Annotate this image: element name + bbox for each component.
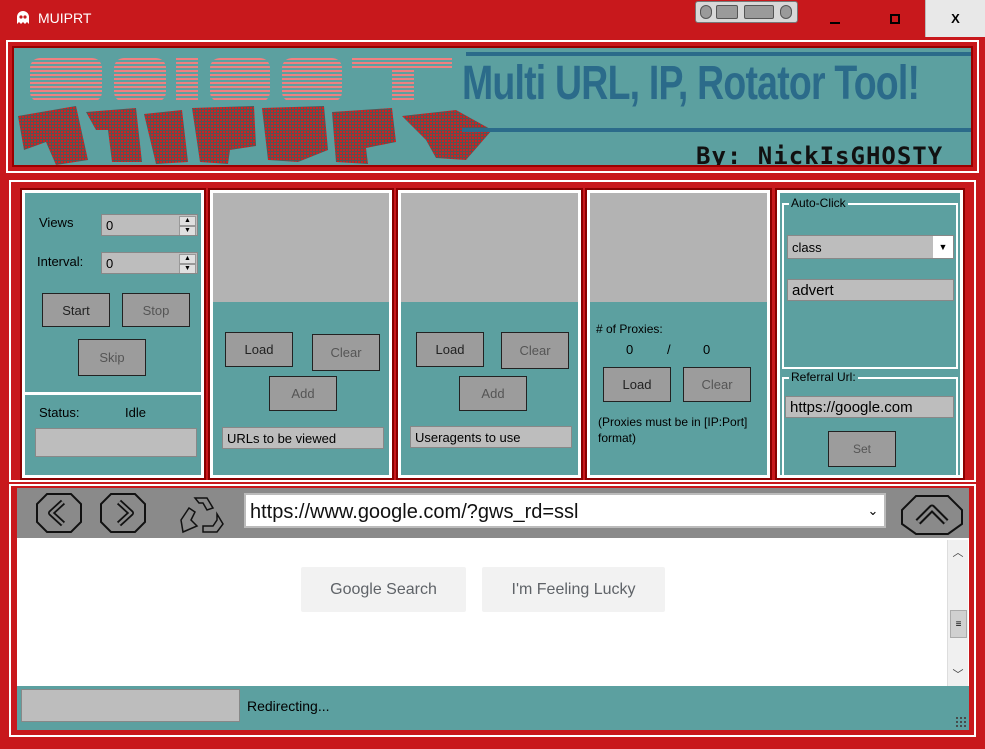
minimize-button[interactable]: [806, 0, 864, 37]
banner-rule-top: [466, 52, 971, 56]
proxies-format-note: (Proxies must be in [IP:Port] format): [598, 415, 748, 445]
proxies-current: 0: [626, 342, 634, 357]
proxies-list[interactable]: [590, 193, 767, 302]
maximize-button[interactable]: [866, 0, 924, 37]
useragents-clear-button[interactable]: Clear: [501, 332, 569, 369]
useragents-list[interactable]: [401, 193, 578, 302]
proxies-load-button[interactable]: Load: [603, 367, 671, 402]
autoclick-input[interactable]: advert: [787, 279, 954, 301]
forward-arrow-icon[interactable]: [97, 490, 149, 536]
muiprt-logo: [18, 58, 492, 165]
status-value: Idle: [125, 405, 146, 420]
views-spin[interactable]: ▲ ▼: [179, 216, 196, 235]
autoclick-select[interactable]: class ▼: [787, 235, 954, 259]
ghost-app-icon: [17, 11, 29, 24]
urls-panel: Load Clear Add URLs to be viewed: [208, 188, 394, 480]
close-icon: X: [951, 11, 960, 26]
dropdown-arrow-icon[interactable]: ▼: [933, 236, 953, 258]
tray-speaker-icon[interactable]: [700, 5, 712, 19]
skip-button[interactable]: Skip: [78, 339, 146, 376]
proxies-panel: # of Proxies: 0 / 0 Load Clear (Proxies …: [585, 188, 772, 480]
views-panel: Views 0 ▲ ▼ Interval: 0 ▲ ▼ Start Stop Ski…: [20, 188, 206, 480]
proxies-total: 0: [703, 342, 711, 357]
proxies-clear-button[interactable]: Clear: [683, 367, 751, 402]
useragents-panel: Load Clear Add Useragents to use: [396, 188, 583, 480]
title-bar[interactable]: MUIPRT X: [0, 0, 985, 37]
referral-input[interactable]: https://google.com: [785, 396, 954, 418]
scroll-down-icon[interactable]: ﹀: [948, 664, 968, 684]
feeling-lucky-button[interactable]: I'm Feeling Lucky: [482, 567, 665, 612]
useragents-input[interactable]: Useragents to use: [410, 426, 572, 448]
autoclick-panel: Auto-Click class ▼ advert Referral Url: …: [775, 188, 965, 480]
recycle-refresh-icon[interactable]: [173, 490, 233, 536]
urls-list[interactable]: [213, 193, 389, 302]
spin-down-icon[interactable]: ▼: [179, 226, 196, 235]
resize-grip-icon[interactable]: [955, 716, 967, 728]
referral-set-button[interactable]: Set: [828, 431, 896, 467]
urls-add-button[interactable]: Add: [269, 376, 337, 411]
views-label: Views: [39, 215, 74, 230]
browser-status-bar: Redirecting...: [17, 686, 969, 730]
url-input[interactable]: https://www.google.com/?gws_rd=ssl: [250, 501, 579, 524]
web-scrollbar[interactable]: ︿ ≡ ﹀: [947, 540, 968, 686]
home-arrow-icon[interactable]: [898, 490, 966, 536]
window-title: MUIPRT: [38, 10, 92, 26]
web-view[interactable]: [17, 538, 969, 687]
urls-input[interactable]: URLs to be viewed: [222, 427, 384, 449]
proxies-separator: /: [667, 342, 671, 357]
tray-eye-icon[interactable]: [716, 5, 738, 19]
views-value: 0: [106, 217, 114, 233]
interval-spin[interactable]: ▲ ▼: [179, 254, 196, 273]
start-button[interactable]: Start: [42, 293, 110, 327]
interval-label: Interval:: [37, 254, 84, 269]
browser-status-text: Redirecting...: [247, 698, 330, 714]
banner-title: Multi URL, IP, Rotator Tool!: [462, 57, 920, 110]
spin-down-icon[interactable]: ▼: [179, 264, 196, 273]
tray-toolbar: [695, 1, 798, 23]
tray-panel-icon[interactable]: [744, 5, 774, 19]
proxies-count-label: # of Proxies:: [596, 322, 663, 336]
stop-button[interactable]: Stop: [122, 293, 190, 327]
progress-field: [21, 689, 240, 722]
back-arrow-icon[interactable]: [33, 490, 85, 536]
autoclick-group-label: Auto-Click: [789, 196, 848, 210]
banner-rule-bottom: [462, 128, 971, 132]
tray-speaker-right-icon[interactable]: [780, 5, 792, 19]
status-field: [35, 428, 197, 457]
maximize-icon: [890, 13, 900, 24]
scroll-thumb[interactable]: ≡: [950, 610, 967, 638]
urls-clear-button[interactable]: Clear: [312, 334, 380, 371]
scroll-up-icon[interactable]: ︿: [948, 542, 968, 562]
useragents-add-button[interactable]: Add: [459, 376, 527, 411]
banner: Multi URL, IP, Rotator Tool! By: NickIsG…: [6, 40, 979, 173]
views-divider: [25, 392, 201, 395]
close-button[interactable]: X: [925, 0, 985, 37]
views-stepper[interactable]: 0 ▲ ▼: [101, 214, 198, 236]
spin-up-icon[interactable]: ▲: [179, 254, 196, 264]
banner-inner: Multi URL, IP, Rotator Tool! By: NickIsG…: [12, 46, 973, 167]
spin-up-icon[interactable]: ▲: [179, 216, 196, 226]
status-label: Status:: [39, 405, 80, 420]
chevron-down-icon[interactable]: ⌄: [862, 495, 884, 526]
google-search-button[interactable]: Google Search: [301, 567, 466, 612]
urls-load-button[interactable]: Load: [225, 332, 293, 367]
banner-byline: By: NickIsGHOSTY: [696, 142, 944, 167]
useragents-load-button[interactable]: Load: [416, 332, 484, 367]
url-combobox[interactable]: https://www.google.com/?gws_rd=ssl ⌄: [244, 493, 886, 528]
minimize-icon: [830, 21, 840, 24]
referral-label: Referral Url:: [789, 370, 858, 384]
interval-value: 0: [106, 255, 114, 271]
autoclick-select-value: class: [792, 239, 822, 255]
interval-stepper[interactable]: 0 ▲ ▼: [101, 252, 198, 274]
